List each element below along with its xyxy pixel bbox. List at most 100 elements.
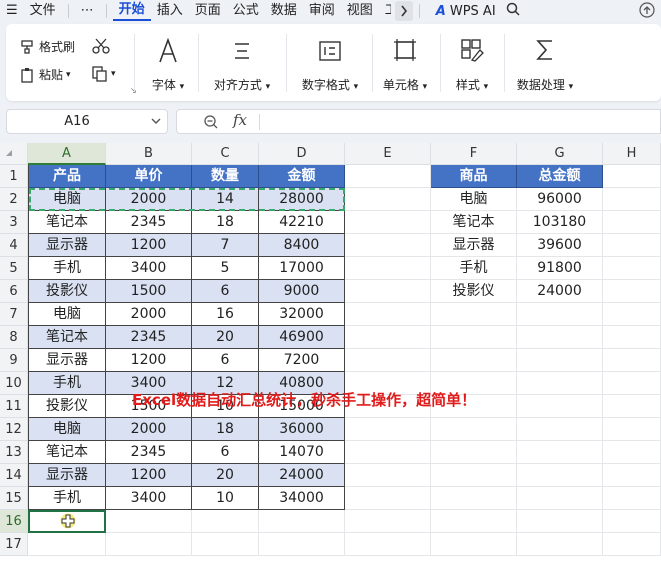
grid-cell[interactable] bbox=[603, 418, 661, 441]
table1-cell[interactable]: 投影仪 bbox=[28, 395, 106, 418]
table2-cell[interactable]: 103180 bbox=[517, 211, 603, 234]
grid-cell[interactable] bbox=[345, 280, 431, 303]
column-header[interactable]: D bbox=[259, 143, 345, 165]
table1-cell[interactable]: 46900 bbox=[259, 326, 345, 349]
search-icon[interactable] bbox=[506, 2, 520, 20]
grid-cell[interactable] bbox=[517, 326, 603, 349]
table1-cell[interactable]: 显示器 bbox=[28, 349, 106, 372]
grid-cell[interactable] bbox=[517, 464, 603, 487]
grid-cell[interactable] bbox=[345, 510, 431, 533]
table1-cell[interactable]: 2345 bbox=[106, 326, 192, 349]
grid-cell[interactable] bbox=[603, 165, 661, 188]
tab-home[interactable]: 开始 bbox=[112, 1, 151, 21]
grid-cell[interactable] bbox=[517, 395, 603, 418]
grid-cell[interactable] bbox=[517, 372, 603, 395]
grid-cell[interactable] bbox=[517, 487, 603, 510]
column-header[interactable]: A bbox=[28, 143, 106, 165]
tab-data[interactable]: 数据 bbox=[265, 2, 303, 20]
table1-cell[interactable]: 32000 bbox=[259, 303, 345, 326]
copy-button[interactable]: ▾ bbox=[92, 66, 116, 82]
table1-cell[interactable]: 投影仪 bbox=[28, 280, 106, 303]
grid-cell[interactable] bbox=[603, 533, 661, 556]
table2-cell[interactable]: 手机 bbox=[431, 257, 517, 280]
table1-cell[interactable]: 2345 bbox=[106, 211, 192, 234]
tab-tools[interactable]: 工 bbox=[379, 2, 391, 20]
tab-view[interactable]: 视图 bbox=[341, 2, 379, 20]
row-header[interactable]: 8 bbox=[0, 326, 28, 349]
grid-cell[interactable] bbox=[431, 510, 517, 533]
row-header[interactable]: 12 bbox=[0, 418, 28, 441]
grid-cell[interactable] bbox=[431, 303, 517, 326]
grid-cell[interactable] bbox=[345, 441, 431, 464]
grid-cell[interactable] bbox=[431, 487, 517, 510]
grid-cell[interactable] bbox=[106, 510, 192, 533]
table1-header-cell[interactable]: 金额 bbox=[259, 165, 345, 188]
menu-file[interactable]: 文件 bbox=[24, 2, 62, 20]
table2-header-cell[interactable]: 总金额 bbox=[517, 165, 603, 188]
grid-cell[interactable] bbox=[603, 487, 661, 510]
table1-cell[interactable]: 5 bbox=[192, 257, 259, 280]
row-header[interactable]: 17 bbox=[0, 533, 28, 556]
table2-cell[interactable]: 39600 bbox=[517, 234, 603, 257]
row-header[interactable]: 13 bbox=[0, 441, 28, 464]
row-header[interactable]: 15 bbox=[0, 487, 28, 510]
table1-cell[interactable]: 42210 bbox=[259, 211, 345, 234]
grid-cell[interactable] bbox=[345, 303, 431, 326]
grid-cell[interactable] bbox=[431, 349, 517, 372]
grid-cell[interactable] bbox=[603, 464, 661, 487]
grid-cell[interactable] bbox=[603, 326, 661, 349]
table1-cell[interactable]: 3400 bbox=[106, 257, 192, 280]
column-header[interactable]: E bbox=[345, 143, 431, 165]
grid-cell[interactable] bbox=[603, 349, 661, 372]
grid-cell[interactable] bbox=[345, 257, 431, 280]
grid-cell[interactable] bbox=[345, 418, 431, 441]
grid-cell[interactable] bbox=[345, 188, 431, 211]
table1-cell[interactable]: 20 bbox=[192, 464, 259, 487]
table1-cell[interactable]: 3400 bbox=[106, 487, 192, 510]
grid-cell[interactable] bbox=[603, 441, 661, 464]
table1-cell[interactable]: 笔记本 bbox=[28, 441, 106, 464]
more-icon[interactable]: ⋯ bbox=[75, 2, 100, 20]
grid-cell[interactable] bbox=[603, 257, 661, 280]
table2-cell[interactable]: 笔记本 bbox=[431, 211, 517, 234]
grid-cell[interactable] bbox=[28, 533, 106, 556]
grid-cell[interactable] bbox=[345, 211, 431, 234]
grid-cell[interactable] bbox=[517, 418, 603, 441]
chevron-right-icon[interactable] bbox=[394, 1, 413, 21]
table1-cell[interactable]: 36000 bbox=[259, 418, 345, 441]
grid-cell[interactable] bbox=[345, 165, 431, 188]
table1-cell[interactable]: 9000 bbox=[259, 280, 345, 303]
table1-cell[interactable]: 28000 bbox=[259, 188, 345, 211]
paste-button[interactable]: 粘贴 ▾ bbox=[20, 66, 71, 83]
table1-cell[interactable]: 10 bbox=[192, 487, 259, 510]
table2-cell[interactable]: 91800 bbox=[517, 257, 603, 280]
table1-cell[interactable]: 6 bbox=[192, 441, 259, 464]
row-header[interactable]: 2 bbox=[0, 188, 28, 211]
formula-bar[interactable]: fx bbox=[176, 109, 661, 134]
table1-cell[interactable]: 1200 bbox=[106, 464, 192, 487]
table1-cell[interactable]: 显示器 bbox=[28, 464, 106, 487]
row-header[interactable]: 3 bbox=[0, 211, 28, 234]
grid-cell[interactable] bbox=[517, 303, 603, 326]
column-header[interactable]: C bbox=[192, 143, 259, 165]
grid-cell[interactable] bbox=[517, 349, 603, 372]
zoom-icon[interactable] bbox=[203, 114, 219, 134]
column-header[interactable]: B bbox=[106, 143, 192, 165]
table1-cell[interactable]: 6 bbox=[192, 280, 259, 303]
table1-cell[interactable]: 2000 bbox=[106, 188, 192, 211]
tab-insert[interactable]: 插入 bbox=[151, 2, 189, 20]
table1-cell[interactable]: 14 bbox=[192, 188, 259, 211]
table1-cell[interactable]: 34000 bbox=[259, 487, 345, 510]
column-header[interactable]: H bbox=[603, 143, 661, 165]
table2-cell[interactable]: 电脑 bbox=[431, 188, 517, 211]
row-header[interactable]: 11 bbox=[0, 395, 28, 418]
grid-cell[interactable] bbox=[603, 303, 661, 326]
grid-cell[interactable] bbox=[517, 510, 603, 533]
table1-cell[interactable]: 24000 bbox=[259, 464, 345, 487]
column-header[interactable]: G bbox=[517, 143, 603, 165]
cloud-upload-icon[interactable] bbox=[639, 2, 655, 22]
table1-cell[interactable]: 17000 bbox=[259, 257, 345, 280]
table1-cell[interactable]: 显示器 bbox=[28, 234, 106, 257]
table1-cell[interactable]: 1200 bbox=[106, 234, 192, 257]
table1-cell[interactable]: 16 bbox=[192, 303, 259, 326]
